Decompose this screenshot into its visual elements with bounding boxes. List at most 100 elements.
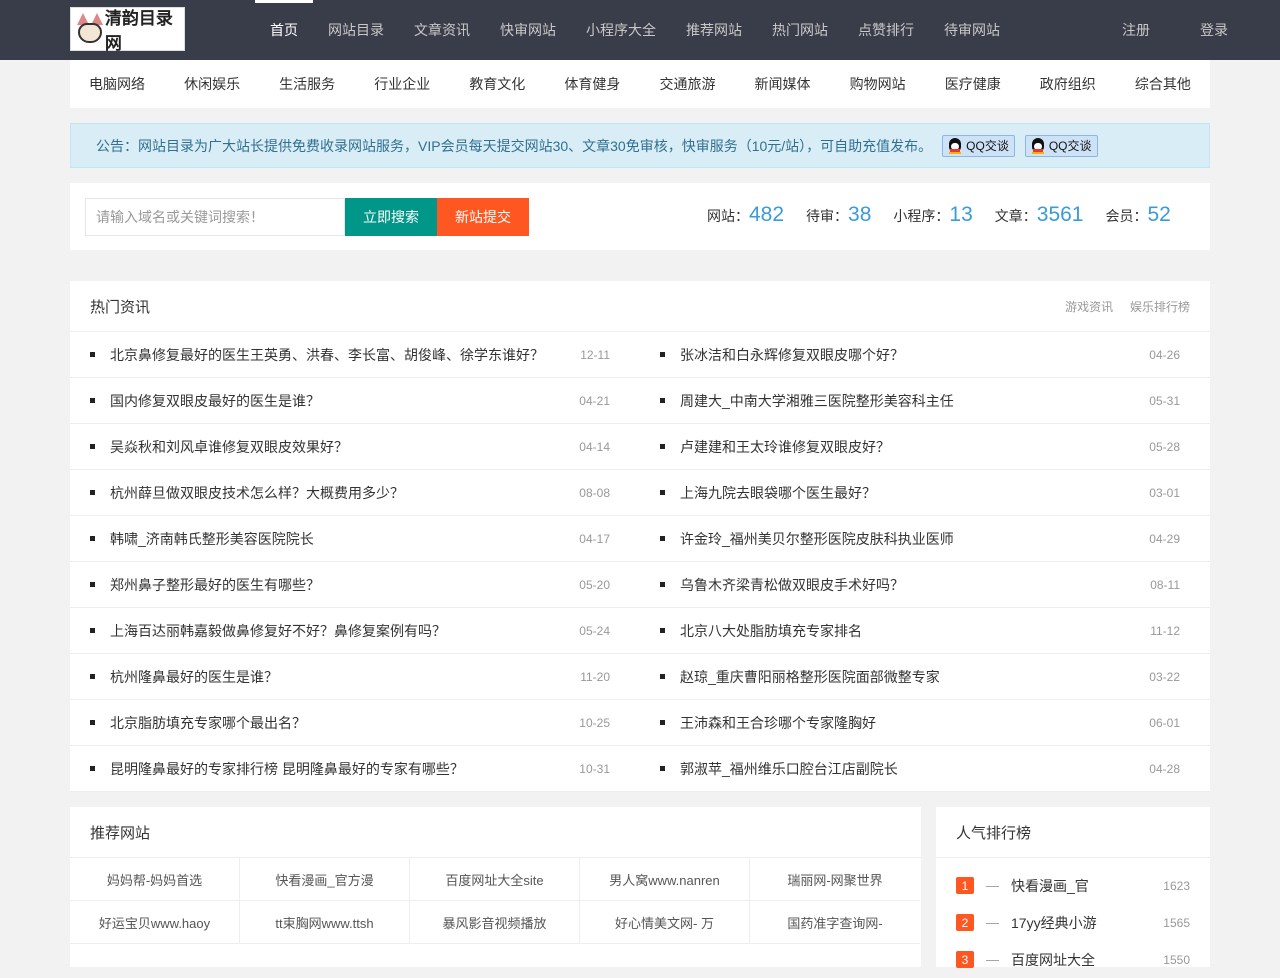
qq-chat-button[interactable]: QQ交谈	[1024, 134, 1098, 157]
news-title: 乌鲁木齐梁青松做双眼皮手术好吗？	[680, 576, 904, 593]
news-column-right: 张冰洁和白永辉修复双眼皮哪个好？ 04-26 周建大_中南大学湘雅三医院整形美容科主…	[640, 332, 1210, 792]
category-item[interactable]: 电脑网络	[89, 74, 145, 94]
news-title-link[interactable]: 北京鼻修复最好的医生王英勇、洪春、李长富、胡俊峰、徐学东谁好？	[90, 345, 544, 365]
recommended-site-link[interactable]: 国药准字查询网-	[750, 901, 920, 944]
category-item[interactable]: 教育文化	[469, 74, 525, 94]
news-item: 周建大_中南大学湘雅三医院整形美容科主任 05-31	[640, 378, 1210, 424]
rank-site-link[interactable]: 17yy经典小游	[1011, 913, 1163, 933]
nav-item-popular[interactable]: 热门网站	[757, 0, 843, 60]
recommended-site-link[interactable]: 妈妈帮-妈妈首选	[70, 858, 240, 901]
recommended-sites-panel: 推荐网站 妈妈帮-妈妈首选 快看漫画_官方漫 百度网址大全site 男人窝www.na…	[70, 807, 921, 967]
news-item: 张冰洁和白永辉修复双眼皮哪个好？ 04-26	[640, 332, 1210, 378]
nav-item-articles[interactable]: 文章资讯	[399, 0, 485, 60]
news-title: 昆明隆鼻最好的专家排行榜 昆明隆鼻最好的专家有哪些？	[110, 760, 464, 777]
search-input[interactable]	[85, 198, 345, 236]
category-item[interactable]: 购物网站	[850, 74, 906, 94]
news-item: 上海九院去眼袋哪个医生最好？ 03-01	[640, 470, 1210, 516]
bullet-icon	[90, 582, 95, 587]
bullet-icon	[90, 674, 95, 679]
news-title-link[interactable]: 郑州鼻子整形最好的医生有哪些？	[90, 575, 320, 595]
nav-item-directory[interactable]: 网站目录	[313, 0, 399, 60]
news-title-link[interactable]: 乌鲁木齐梁青松做双眼皮手术好吗？	[660, 575, 904, 595]
category-item[interactable]: 休闲娱乐	[184, 74, 240, 94]
news-title-link[interactable]: 吴焱秋和刘风卓谁修复双眼皮效果好？	[90, 437, 348, 457]
qq-chat-button[interactable]: QQ交谈	[942, 134, 1015, 157]
rank-site-link[interactable]: 快看漫画_官	[1011, 876, 1163, 896]
panel-title: 推荐网站	[90, 824, 151, 842]
bullet-icon	[660, 490, 665, 495]
news-item: 国内修复双眼皮最好的医生是谁？ 04-21	[70, 378, 640, 424]
qq-penguin-icon	[948, 137, 962, 154]
news-item: 杭州薛旦做双眼皮技术怎么样？大概费用多少？ 08-08	[70, 470, 640, 516]
news-item: 昆明隆鼻最好的专家排行榜 昆明隆鼻最好的专家有哪些？ 10-31	[70, 746, 640, 792]
game-news-link[interactable]: 游戏资讯	[1065, 300, 1113, 314]
news-item: 许金玲_福州美贝尔整形医院皮肤科执业医师 04-29	[640, 516, 1210, 562]
news-title-link[interactable]: 周建大_中南大学湘雅三医院整形美容科主任	[660, 391, 954, 411]
nav-item-home[interactable]: 首页	[255, 0, 313, 60]
register-link[interactable]: 注册	[1104, 0, 1168, 60]
nav-item-mini-programs[interactable]: 小程序大全	[571, 0, 671, 60]
news-title-link[interactable]: 张冰洁和白永辉修复双眼皮哪个好？	[660, 345, 904, 365]
recommended-site-link[interactable]: 百度网址大全site	[410, 858, 580, 901]
news-title-link[interactable]: 郭淑苹_福州维乐口腔台江店副院长	[660, 759, 898, 779]
search-button[interactable]: 立即搜索	[345, 198, 437, 236]
recommended-site-link[interactable]: 好心情美文网- 万	[580, 901, 750, 944]
rank-count: 1623	[1163, 878, 1190, 893]
recommended-site-link[interactable]: 男人窝www.nanren	[580, 858, 750, 901]
recommended-grid: 妈妈帮-妈妈首选 快看漫画_官方漫 百度网址大全site 男人窝www.nanren 瑞…	[70, 858, 921, 944]
category-item[interactable]: 交通旅游	[659, 74, 715, 94]
news-title-link[interactable]: 国内修复双眼皮最好的医生是谁？	[90, 391, 320, 411]
login-link[interactable]: 登录	[1182, 0, 1228, 60]
category-item[interactable]: 综合其他	[1135, 74, 1191, 94]
news-item: 郑州鼻子整形最好的医生有哪些？ 05-20	[70, 562, 640, 608]
recommended-site-link[interactable]: 快看漫画_官方漫	[240, 858, 410, 901]
panel-title: 人气排行榜	[956, 824, 1032, 842]
news-title-link[interactable]: 卢建建和王太玲谁修复双眼皮好？	[660, 437, 890, 457]
news-title-link[interactable]: 昆明隆鼻最好的专家排行榜 昆明隆鼻最好的专家有哪些？	[90, 759, 464, 779]
nav-item-pending[interactable]: 待审网站	[929, 0, 1015, 60]
category-item[interactable]: 生活服务	[279, 74, 335, 94]
news-item: 杭州隆鼻最好的医生是谁？ 11-20	[70, 654, 640, 700]
bullet-icon	[660, 674, 665, 679]
news-title-link[interactable]: 北京八大处脂肪填充专家排名	[660, 621, 862, 641]
recommended-site-link[interactable]: 暴风影音视频播放	[410, 901, 580, 944]
news-title-link[interactable]: 上海九院去眼袋哪个医生最好？	[660, 483, 876, 503]
news-title-link[interactable]: 赵琼_重庆曹阳丽格整形医院面部微整专家	[660, 667, 940, 687]
category-item[interactable]: 医疗健康	[945, 74, 1001, 94]
category-item[interactable]: 新闻媒体	[755, 74, 811, 94]
news-item: 北京鼻修复最好的医生王英勇、洪春、李长富、胡俊峰、徐学东谁好？ 12-11	[70, 332, 640, 378]
nav-item-likes-rank[interactable]: 点赞排行	[843, 0, 929, 60]
news-title: 卢建建和王太玲谁修复双眼皮好？	[680, 438, 890, 455]
rank-number-badge: 2	[956, 914, 974, 931]
rank-dash: —	[986, 878, 999, 893]
news-title: 王沛森和王合珍哪个专家隆胸好	[680, 714, 876, 731]
category-item[interactable]: 体育健身	[564, 74, 620, 94]
news-date: 03-22	[1149, 669, 1180, 684]
recommended-site-link[interactable]: tt束胸网www.ttsh	[240, 901, 410, 944]
site-logo[interactable]: 清韵目录网	[70, 7, 185, 54]
news-title-link[interactable]: 杭州薛旦做双眼皮技术怎么样？大概费用多少？	[90, 483, 404, 503]
news-title-link[interactable]: 王沛森和王合珍哪个专家隆胸好	[660, 713, 876, 733]
news-title: 郑州鼻子整形最好的医生有哪些？	[110, 576, 320, 593]
submit-site-button[interactable]: 新站提交	[437, 198, 529, 236]
recommended-site-link[interactable]: 好运宝贝www.haoy	[70, 901, 240, 944]
nav-item-fast-review[interactable]: 快审网站	[485, 0, 571, 60]
entertainment-rank-link[interactable]: 娱乐排行榜	[1130, 300, 1190, 314]
news-title-link[interactable]: 北京脂肪填充专家哪个最出名？	[90, 713, 306, 733]
nav-item-recommended[interactable]: 推荐网站	[671, 0, 757, 60]
auth-links: 注册 登录	[1104, 0, 1228, 60]
news-title: 杭州薛旦做双眼皮技术怎么样？大概费用多少？	[110, 484, 404, 501]
category-item[interactable]: 行业企业	[374, 74, 430, 94]
news-item: 吴焱秋和刘风卓谁修复双眼皮效果好？ 04-14	[70, 424, 640, 470]
bullet-icon	[660, 398, 665, 403]
recommended-site-link[interactable]: 瑞丽网-网聚世界	[750, 858, 920, 901]
dog-logo-icon	[75, 11, 103, 47]
news-title-link[interactable]: 许金玲_福州美贝尔整形医院皮肤科执业医师	[660, 529, 954, 549]
news-title-link[interactable]: 韩啸_济南韩氏整形美容医院院长	[90, 529, 314, 549]
news-title-link[interactable]: 杭州隆鼻最好的医生是谁？	[90, 667, 278, 687]
news-date: 04-21	[579, 393, 610, 408]
category-item[interactable]: 政府组织	[1040, 74, 1096, 94]
news-item: 赵琼_重庆曹阳丽格整形医院面部微整专家 03-22	[640, 654, 1210, 700]
news-title-link[interactable]: 上海百达丽韩嘉毅做鼻修复好不好？鼻修复案例有吗？	[90, 621, 446, 641]
news-date: 04-14	[579, 439, 610, 454]
